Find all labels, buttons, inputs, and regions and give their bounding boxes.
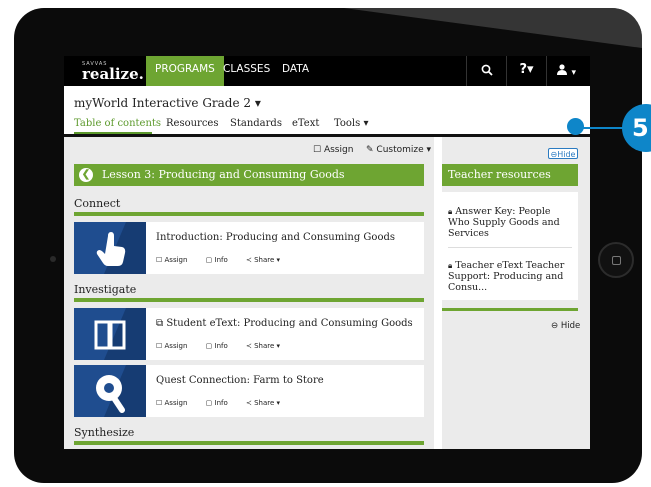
section-divider [74,441,424,445]
assign-label: Assign [323,145,354,155]
teacher-panel-divider [442,308,578,311]
help-menu-button[interactable]: ?▾ [506,56,546,86]
section-synthesize: Synthesize [74,426,135,439]
assign-label: Assign [164,342,188,350]
resource-title: Student eText: Producing and Consuming G… [166,318,413,329]
hide-bottom-label: Hide [560,321,581,331]
resource-actions: ☐ Assign ▢ Info ≺ Share ▾ [156,399,296,407]
tab-table-of-contents[interactable]: Table of contents [74,118,161,129]
info-label: Info [214,256,228,264]
book-icon: ⧉ [156,318,164,329]
section-divider [74,298,424,302]
lock-icon: 🔒︎ [448,261,453,270]
share-button[interactable]: ≺ Share ▾ [246,256,288,264]
user-menu-caret: ▾ [571,68,577,78]
assign-button[interactable]: ☐ Assign [156,342,195,350]
lock-icon: 🔒︎ [448,207,453,216]
lesson-title: Lesson 3: Producing and Consuming Goods [102,168,345,181]
resource-card[interactable]: Introduction: Producing and Consuming Go… [74,222,424,274]
minus-circle-icon: ⊖ [551,321,559,331]
book-icon [74,308,146,360]
teacher-resource-answer-key[interactable]: 🔒︎ Answer Key: People Who Supply Goods an… [448,206,572,239]
assign-icon: ☐ [313,145,322,155]
search-button[interactable] [466,56,506,86]
resource-card[interactable]: Quest Connection: Farm to Store ☐ Assign… [74,365,424,417]
resource-actions: ☐ Assign ▢ Info ≺ Share ▾ [156,342,296,350]
hide-bottom-button[interactable]: ⊖ Hide [551,321,580,331]
share-button[interactable]: ≺ Share ▾ [246,399,288,407]
section-connect: Connect [74,197,121,210]
lesson-header: ❮ Lesson 3: Producing and Consuming Good… [74,164,424,186]
teacher-resource-label: Teacher eText Teacher Support: Producing… [448,260,565,293]
back-arrow-icon[interactable]: ❮ [79,168,93,182]
teacher-resources-header: Teacher resources [442,164,578,186]
tab-tools[interactable]: Tools ▾ [334,118,368,129]
tab-etext[interactable]: eText [292,118,319,129]
nav-programs[interactable]: PROGRAMS [146,56,224,86]
share-label: Share ▾ [254,399,281,407]
resource-title-row[interactable]: ⧉ Student eText: Producing and Consuming… [156,318,413,329]
assign-label: Assign [164,256,188,264]
section-investigate: Investigate [74,283,137,296]
info-label: Info [214,342,228,350]
tab-resources[interactable]: Resources [166,118,218,129]
customize-label: Customize ▾ [376,145,432,155]
search-icon [481,64,493,76]
info-label: Info [214,399,228,407]
hide-teacher-resources-button[interactable]: ⊖Hide [548,148,578,159]
assign-lesson-button[interactable]: ☐ Assign [313,145,353,155]
pencil-icon: ✎ [366,145,374,155]
teacher-resources-list: 🔒︎ Answer Key: People Who Supply Goods an… [442,192,578,300]
section-divider [74,212,424,216]
share-label: Share ▾ [254,342,281,350]
teacher-resource-label: Answer Key: People Who Supply Goods and … [448,206,560,239]
realize-logo[interactable]: SAVVAS realize. [82,61,144,83]
share-button[interactable]: ≺ Share ▾ [246,342,288,350]
resource-card[interactable]: ⧉ Student eText: Producing and Consuming… [74,308,424,360]
brand-name: realize. [82,65,144,83]
top-navbar: SAVVAS realize. PROGRAMS CLASSES DATA ?▾… [64,56,590,86]
callout-dot [567,118,584,135]
teacher-resources-title: Teacher resources [448,168,551,181]
app-screen: SAVVAS realize. PROGRAMS CLASSES DATA ?▾… [64,56,590,449]
assign-button[interactable]: ☐ Assign [156,256,195,264]
info-button[interactable]: ▢ Info [206,256,236,264]
user-icon [556,64,567,75]
share-label: Share ▾ [254,256,281,264]
program-title[interactable]: myWorld Interactive Grade 2 ▾ [74,96,261,110]
assign-label: Assign [164,399,188,407]
callout-leader-line [582,127,626,129]
assign-button[interactable]: ☐ Assign [156,399,195,407]
info-button[interactable]: ▢ Info [206,342,236,350]
info-button[interactable]: ▢ Info [206,399,236,407]
resource-title[interactable]: Introduction: Producing and Consuming Go… [156,232,395,243]
customize-button[interactable]: ✎ Customize ▾ [366,145,431,155]
quest-magnifier-icon [74,365,146,417]
camera-dot [50,256,56,262]
hand-pointer-icon [74,222,146,274]
teacher-resource-etext[interactable]: 🔒︎ Teacher eText Teacher Support: Produci… [448,260,572,293]
home-button[interactable] [598,242,634,278]
tab-standards[interactable]: Standards [230,118,282,129]
resource-title[interactable]: Quest Connection: Farm to Store [156,375,324,386]
nav-classes[interactable]: CLASSES [214,56,279,86]
user-menu-button[interactable]: ▾ [546,56,586,86]
list-divider [448,247,572,248]
nav-data[interactable]: DATA [273,56,318,86]
resource-actions: ☐ Assign ▢ Info ≺ Share ▾ [156,256,296,264]
hide-label: Hide [557,150,576,159]
